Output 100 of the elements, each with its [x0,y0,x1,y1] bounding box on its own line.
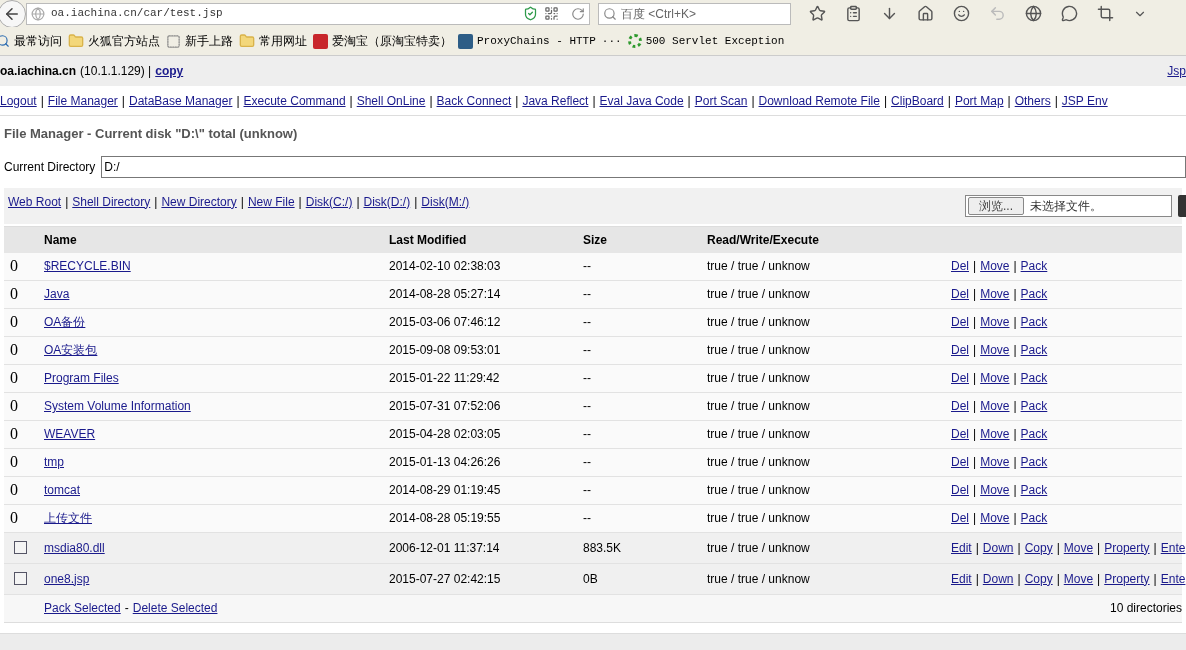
link[interactable]: Move [980,397,1010,415]
link[interactable]: Move [980,509,1010,527]
link[interactable]: Down [982,538,1014,557]
link[interactable]: Move [980,481,1010,499]
folder-link[interactable]: Program Files [44,369,119,387]
reading-list-icon[interactable] [845,5,862,22]
link[interactable]: Port Scan [694,91,748,110]
link[interactable]: Ente [1160,569,1186,588]
reload-icon[interactable] [571,6,585,21]
link[interactable]: Pack [1020,509,1048,527]
link[interactable]: Move [980,313,1010,331]
smiley-icon[interactable] [953,5,970,22]
link[interactable]: Ente [1160,538,1186,557]
link[interactable]: Web Root [8,192,62,211]
bookmark[interactable]: 爱淘宝（原淘宝特卖） [332,32,452,50]
link[interactable]: Pack [1020,425,1048,443]
link[interactable]: Disk(D:/) [363,192,411,211]
link[interactable]: Property [1104,538,1150,557]
folder-link[interactable]: OA备份 [44,313,86,331]
link[interactable]: Del [951,509,969,527]
link[interactable]: Shell Directory [72,192,151,211]
link[interactable]: Move [980,369,1010,387]
link[interactable]: Port Map [954,91,1004,110]
link[interactable]: Pack Selected [44,599,121,617]
folder-link[interactable]: 上传文件 [44,509,92,527]
link[interactable]: Eval Java Code [599,91,684,110]
link[interactable]: Down [982,569,1014,588]
link[interactable]: Move [980,257,1010,275]
link[interactable]: File Manager [47,91,118,110]
link[interactable]: Move [980,425,1010,443]
link[interactable]: Move [980,285,1010,303]
bookmark[interactable]: 火狐官方站点 [88,32,160,50]
link[interactable]: Del [951,481,969,499]
link[interactable]: Copy [1024,569,1053,588]
link[interactable]: Move [980,341,1010,359]
link[interactable]: Java Reflect [522,91,589,110]
folder-link[interactable]: $RECYCLE.BIN [44,257,131,275]
link[interactable]: Pack [1020,257,1048,275]
link[interactable]: Jsp [1167,62,1186,80]
link[interactable]: Disk(C:/) [305,192,353,211]
url-field[interactable]: oa.iachina.cn/car/test.jsp [26,2,590,25]
link[interactable]: Pack [1020,453,1048,471]
link[interactable]: Copy [1024,538,1053,557]
home-icon[interactable] [917,5,934,22]
bookmark[interactable]: ProxyChains - HTTP [477,32,596,50]
bookmark[interactable]: 500 Servlet Exception [645,32,785,50]
file-link[interactable]: msdia80.dll [44,538,105,557]
bookmark[interactable]: 新手上路 [185,32,233,50]
link[interactable]: Del [951,341,969,359]
back-button[interactable] [0,0,26,28]
link[interactable]: Edit [951,569,972,588]
link[interactable]: Logout [0,91,37,110]
browse-button[interactable]: 浏览... [968,196,1024,215]
link[interactable]: Download Remote File [758,91,880,110]
folder-link[interactable]: System Volume Information [44,397,191,415]
link[interactable]: Del [951,425,969,443]
copy-link[interactable]: copy [155,62,184,80]
folder-link[interactable]: tmp [44,453,64,471]
link[interactable]: Del [951,257,969,275]
link[interactable]: New File [247,192,295,211]
select-checkbox[interactable] [14,541,27,554]
link[interactable]: Pack [1020,369,1048,387]
link[interactable]: Edit [951,538,972,557]
link[interactable]: Others [1014,91,1051,110]
link[interactable]: Del [951,397,969,415]
link[interactable]: Pack [1020,397,1048,415]
link[interactable]: Pack [1020,285,1048,303]
file-link[interactable]: one8.jsp [44,569,90,588]
search-field[interactable]: 百度 <Ctrl+K> [598,2,791,25]
star-icon[interactable] [809,5,826,22]
bookmark[interactable]: 最常访问 [14,32,62,50]
link[interactable]: ClipBoard [891,91,944,110]
select-checkbox[interactable] [14,572,27,585]
link[interactable]: Del [951,313,969,331]
download-icon[interactable] [881,5,898,22]
link[interactable]: Move [1063,569,1094,588]
link[interactable]: Del [951,453,969,471]
link[interactable]: Back Connect [436,91,512,110]
link[interactable]: Delete Selected [132,599,218,617]
link[interactable]: Pack [1020,341,1048,359]
bookmark[interactable]: ··· [601,32,622,50]
link[interactable]: Del [951,369,969,387]
link[interactable]: Execute Command [243,91,346,110]
link[interactable]: Disk(M:/) [421,192,470,211]
link[interactable]: New Directory [161,192,237,211]
folder-link[interactable]: tomcat [44,481,80,499]
link[interactable]: Pack [1020,313,1048,331]
link[interactable]: JSP Env [1061,91,1108,110]
chat-icon[interactable] [1061,5,1078,22]
directory-field[interactable]: D:/ [101,155,1186,178]
folder-link[interactable]: Java [44,285,70,303]
link[interactable]: DataBase Manager [129,91,233,110]
link[interactable]: Pack [1020,481,1048,499]
link[interactable]: Del [951,285,969,303]
bookmark[interactable]: 常用网址 [259,32,307,50]
folder-link[interactable]: OA安装包 [44,341,98,359]
folder-link[interactable]: WEAVER [44,425,96,443]
link[interactable]: Move [980,453,1010,471]
globe-icon[interactable] [1025,5,1042,22]
link[interactable]: Shell OnLine [356,91,426,110]
